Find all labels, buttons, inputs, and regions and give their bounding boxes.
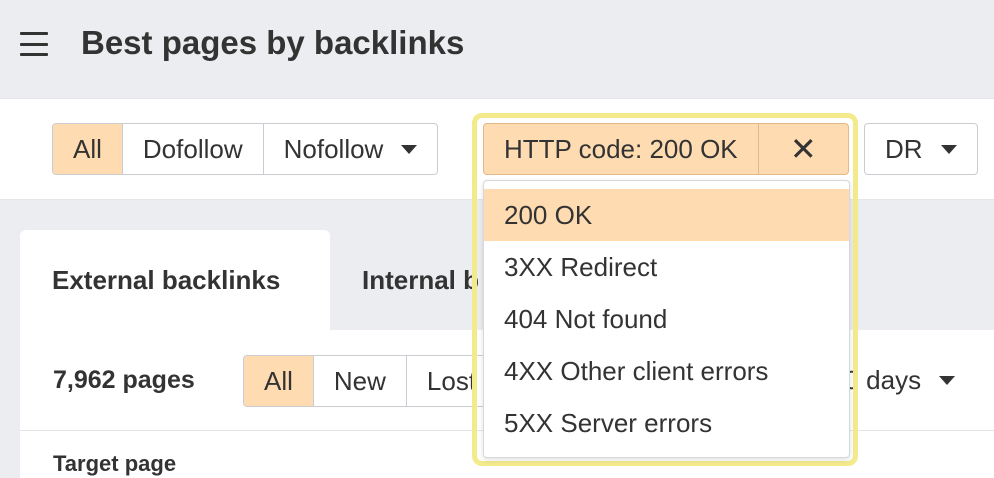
close-icon[interactable]: ✕ (759, 124, 848, 174)
link-filter-dofollow-button[interactable]: Dofollow (123, 124, 264, 174)
dr-filter-dropdown[interactable]: DR (864, 123, 978, 175)
link-type-filter: All Dofollow Nofollow (52, 123, 439, 175)
tab-internal-backlinks[interactable]: Internal b (362, 265, 479, 296)
menu-item-404-not-found[interactable]: 404 Not found (484, 293, 849, 345)
change-filter-new-button[interactable]: New (314, 356, 407, 406)
page-title: Best pages by backlinks (81, 24, 465, 61)
tab-external-backlinks[interactable]: External backlinks (20, 230, 330, 330)
menu-item-200-ok[interactable]: 200 OK (484, 189, 849, 241)
link-filter-nofollow-dropdown[interactable]: Nofollow (264, 124, 438, 174)
change-filter: All New Lost (243, 355, 498, 407)
http-code-label[interactable]: HTTP code: 200 OK (484, 124, 759, 174)
http-code-dropdown-menu: 200 OK 3XX Redirect 404 Not found 4XX Ot… (483, 180, 850, 458)
tab-label: External backlinks (52, 265, 281, 295)
nofollow-label: Nofollow (283, 133, 384, 164)
dr-label: DR (885, 133, 923, 164)
pages-count: 7,962 pages (53, 366, 195, 394)
menu-item-5xx-server-errors[interactable]: 5XX Server errors (484, 397, 849, 449)
menu-item-4xx-client-errors[interactable]: 4XX Other client errors (484, 345, 849, 397)
chevron-down-icon (940, 144, 957, 154)
menu-item-3xx-redirect[interactable]: 3XX Redirect (484, 241, 849, 293)
column-header-target-page: Target page (53, 451, 177, 476)
menu-icon[interactable] (20, 32, 48, 56)
link-filter-all-button[interactable]: All (53, 124, 123, 174)
change-filter-all-button[interactable]: All (244, 356, 314, 406)
chevron-down-icon (401, 144, 418, 154)
http-code-filter[interactable]: HTTP code: 200 OK ✕ (483, 123, 849, 175)
chevron-down-icon (939, 375, 956, 385)
